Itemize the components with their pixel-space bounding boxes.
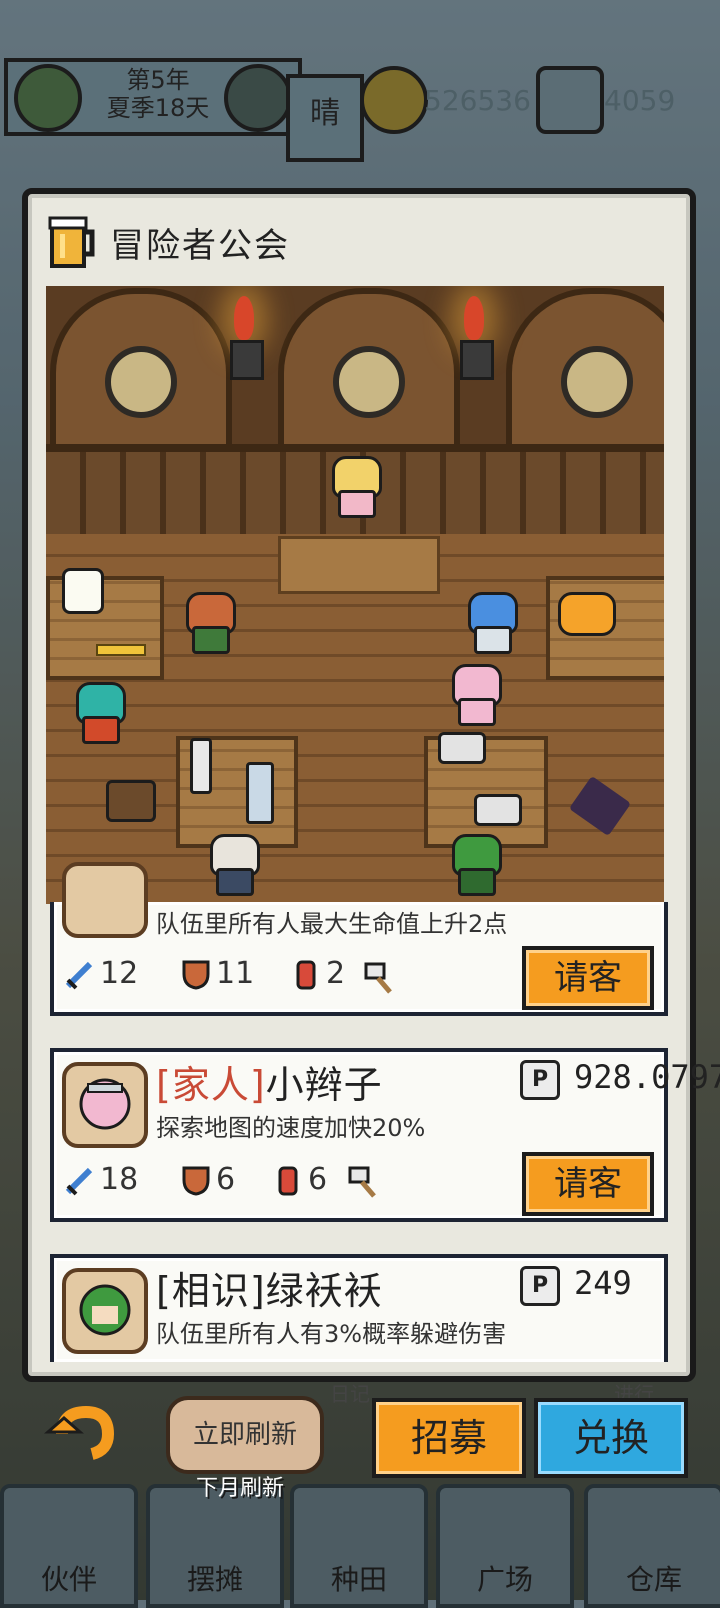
npc-adventurer[interactable]	[180, 592, 236, 654]
clock-icon	[224, 64, 292, 132]
potion-value: 2	[326, 956, 346, 991]
coin-counter: 526536	[360, 66, 540, 136]
box-icon	[536, 66, 604, 134]
defense-stat: 11	[180, 956, 254, 991]
card-skill-desc: 探索地图的速度加快20%	[156, 1114, 426, 1142]
season-day-text: 夏季18天	[106, 94, 210, 122]
mug-icon	[438, 732, 486, 764]
refresh-note: 下月刷新	[195, 1476, 284, 1501]
nav-label: 种田	[330, 1563, 387, 1596]
name-text: 绿袄袄	[265, 1269, 383, 1313]
gem-value: 4059	[604, 84, 676, 117]
key-icon	[96, 644, 146, 656]
defense-stat: 6	[180, 1162, 235, 1197]
name-text: 小辫子	[265, 1063, 383, 1107]
bottle-icon	[246, 762, 274, 824]
sword-icon	[64, 1164, 96, 1196]
helmet-icon	[558, 592, 616, 636]
hire-button[interactable]: 请客	[522, 1152, 654, 1216]
axe-icon	[344, 1164, 380, 1200]
nav-label: 广场	[476, 1563, 533, 1596]
shield-icon	[180, 1164, 212, 1196]
recruit-button[interactable]: 招募	[372, 1398, 526, 1478]
card-skill-desc: 队伍里所有人最大生命值上升2点	[156, 910, 508, 938]
year-text: 第5年	[126, 66, 190, 94]
coin-icon	[360, 66, 428, 134]
defense-value: 11	[216, 956, 255, 991]
refresh-now-button[interactable]: 立即刷新	[166, 1396, 324, 1474]
adventurer-name: [相识]绿袄袄	[156, 1260, 383, 1315]
gem-counter: 4059	[536, 66, 720, 136]
potion-value: 6	[308, 1162, 328, 1197]
price-value: 249	[574, 1264, 632, 1302]
diary-tab-label: 日记	[330, 1382, 370, 1406]
guild-panel: 冒险者公会 队伍里所有人最大生命值上升2点 12 11 2 请客 [家人]小辫子…	[22, 188, 720, 1382]
bottle-icon	[190, 738, 212, 794]
candle-icon	[62, 568, 104, 614]
attack-stat: 18	[64, 1162, 138, 1197]
nav-tab-partners[interactable]: 伙伴	[0, 1484, 138, 1608]
back-button[interactable]	[44, 1404, 115, 1470]
potion-icon	[290, 958, 322, 990]
attack-value: 12	[100, 956, 139, 991]
relation-tag: [家人]	[156, 1063, 266, 1107]
sword-icon	[64, 958, 96, 990]
nav-tab-plaza[interactable]: 广场	[436, 1484, 574, 1608]
season-tree-icon	[14, 64, 82, 132]
panel-title: 冒险者公会	[110, 225, 290, 266]
price-value: 928.0797	[574, 1058, 720, 1096]
adventurer-portrait	[62, 1268, 148, 1354]
npc-adventurer[interactable]	[462, 592, 518, 654]
potion-stat: 2	[290, 956, 345, 991]
attack-stat: 12	[64, 956, 138, 991]
nav-tab-stall[interactable]: 摆摊	[146, 1484, 284, 1608]
npc-adventurer[interactable]	[70, 682, 126, 744]
nav-tab-warehouse[interactable]: 仓库	[584, 1484, 720, 1608]
counter	[278, 536, 440, 594]
potion-stat: 6	[272, 1162, 327, 1197]
recruit-card[interactable]: [相识]绿袄袄 P 249 队伍里所有人有3%概率躲避伤害	[50, 1254, 668, 1362]
tavern-scene	[46, 286, 664, 904]
npc-adventurer[interactable]	[446, 664, 502, 726]
torch-icon	[226, 296, 264, 396]
attack-value: 18	[100, 1162, 139, 1197]
adventurer-portrait	[62, 862, 148, 938]
npc-receptionist[interactable]	[326, 456, 382, 518]
relation-tag: [相识]	[156, 1269, 266, 1313]
weather-text: 晴	[310, 96, 340, 131]
mug-icon	[474, 794, 522, 826]
nav-tab-farm[interactable]: 种田	[290, 1484, 428, 1608]
recruit-card[interactable]: [家人]小辫子 P 928.0797 探索地图的速度加快20% 18 6 6 请…	[50, 1048, 720, 1222]
npc-adventurer[interactable]	[446, 834, 502, 896]
npc-adventurer[interactable]	[204, 834, 260, 896]
undo-arrow-icon	[44, 1405, 115, 1460]
adventurer-portrait	[62, 1062, 148, 1148]
exchange-button[interactable]: 兑换	[534, 1398, 688, 1478]
panel-header: 冒险者公会	[48, 212, 290, 272]
nav-label: 摆摊	[186, 1563, 243, 1596]
coin-value: 526536	[424, 84, 531, 117]
axe-icon	[360, 960, 396, 996]
price-icon: P	[520, 1060, 560, 1100]
hire-button[interactable]: 请客	[522, 946, 654, 1010]
price-icon: P	[520, 1266, 560, 1306]
defense-value: 6	[216, 1162, 236, 1197]
shield-icon	[180, 958, 212, 990]
nav-label: 仓库	[625, 1563, 682, 1596]
stool	[106, 780, 156, 822]
potion-icon	[272, 1164, 304, 1196]
torch-icon	[456, 296, 494, 396]
recruit-card[interactable]: 队伍里所有人最大生命值上升2点 12 11 2 请客	[50, 862, 668, 1016]
card-skill-desc: 队伍里所有人有3%概率躲避伤害	[156, 1320, 507, 1348]
adventurer-name: [家人]小辫子	[156, 1054, 383, 1109]
date-panel: 第5年 夏季18天	[4, 58, 302, 136]
weather-panel: 晴	[286, 74, 364, 162]
nav-label: 伙伴	[40, 1563, 97, 1596]
beer-mug-icon	[48, 214, 98, 270]
